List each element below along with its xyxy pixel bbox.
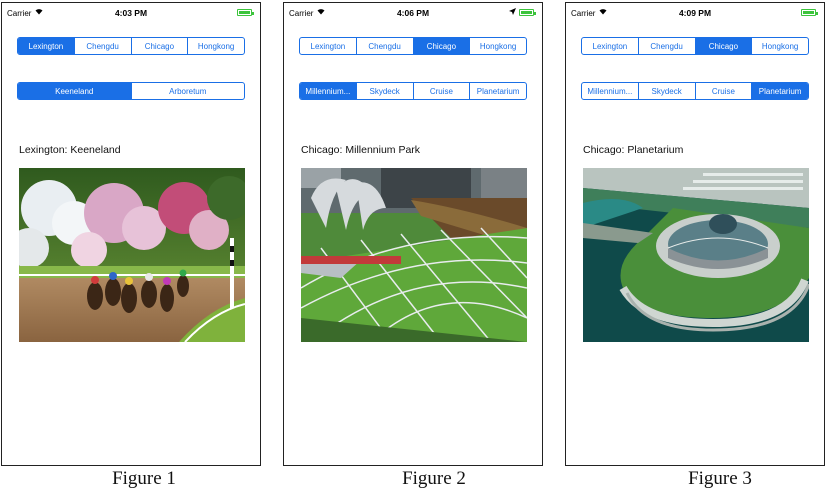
phone-screen-2: Carrier 4:06 PM Lexington Chengdu Chicag… — [283, 2, 543, 466]
place-segmented-control: Millennium... Skydeck Cruise Planetarium — [299, 82, 527, 100]
figure-label-3: Figure 3 — [688, 468, 752, 489]
battery-icon — [237, 9, 254, 16]
planetarium-photo — [583, 168, 809, 342]
segment-planetarium[interactable]: Planetarium — [470, 83, 526, 99]
segment-skydeck[interactable]: Skydeck — [357, 83, 414, 99]
battery-icon — [801, 9, 818, 16]
segment-lexington[interactable]: Lexington — [18, 38, 75, 54]
place-caption: Lexington: Keeneland — [19, 144, 121, 156]
segment-chicago[interactable]: Chicago — [132, 38, 189, 54]
segment-lexington[interactable]: Lexington — [582, 38, 639, 54]
status-bar: Carrier 4:09 PM — [566, 3, 824, 23]
segment-chicago[interactable]: Chicago — [413, 38, 471, 54]
place-caption: Chicago: Millennium Park — [301, 144, 421, 156]
segment-chengdu[interactable]: Chengdu — [75, 38, 132, 54]
segment-lexington[interactable]: Lexington — [300, 38, 357, 54]
segment-planetarium[interactable]: Planetarium — [752, 83, 808, 99]
segment-millennium[interactable]: Millennium... — [300, 83, 357, 99]
segment-arboretum[interactable]: Arboretum — [132, 83, 245, 99]
millennium-park-photo — [301, 168, 527, 342]
phone-screen-3: Carrier 4:09 PM Lexington Chengdu Chicag… — [565, 2, 825, 466]
clock: 4:06 PM — [396, 8, 430, 18]
figure-label-1: Figure 1 — [112, 468, 176, 489]
place-caption: Chicago: Planetarium — [583, 144, 684, 156]
segment-keeneland[interactable]: Keeneland — [18, 83, 132, 99]
horse-racing-photo — [19, 168, 245, 342]
segment-hongkong[interactable]: Hongkong — [470, 38, 526, 54]
figure-label-2: Figure 2 — [402, 468, 466, 489]
battery-icon — [519, 9, 536, 16]
segment-cruise[interactable]: Cruise — [696, 83, 753, 99]
phone-screen-1: Carrier 4:03 PM Lexington Chengdu Chicag… — [1, 2, 261, 466]
clock: 4:03 PM — [114, 8, 148, 18]
segment-chicago[interactable]: Chicago — [695, 38, 753, 54]
segment-millennium[interactable]: Millennium... — [582, 83, 639, 99]
place-segmented-control: Keeneland Arboretum — [17, 82, 245, 100]
status-bar: Carrier 4:06 PM — [284, 3, 542, 23]
city-segmented-control: Lexington Chengdu Chicago Hongkong — [299, 37, 527, 55]
segment-chengdu[interactable]: Chengdu — [639, 38, 696, 54]
segment-cruise[interactable]: Cruise — [414, 83, 471, 99]
clock: 4:09 PM — [678, 8, 712, 18]
city-segmented-control: Lexington Chengdu Chicago Hongkong — [17, 37, 245, 55]
location-arrow-icon — [509, 8, 516, 17]
status-bar: Carrier 4:03 PM — [2, 3, 260, 23]
segment-hongkong[interactable]: Hongkong — [752, 38, 808, 54]
segment-hongkong[interactable]: Hongkong — [188, 38, 244, 54]
segment-skydeck[interactable]: Skydeck — [639, 83, 696, 99]
city-segmented-control: Lexington Chengdu Chicago Hongkong — [581, 37, 809, 55]
place-segmented-control: Millennium... Skydeck Cruise Planetarium — [581, 82, 809, 100]
segment-chengdu[interactable]: Chengdu — [357, 38, 414, 54]
